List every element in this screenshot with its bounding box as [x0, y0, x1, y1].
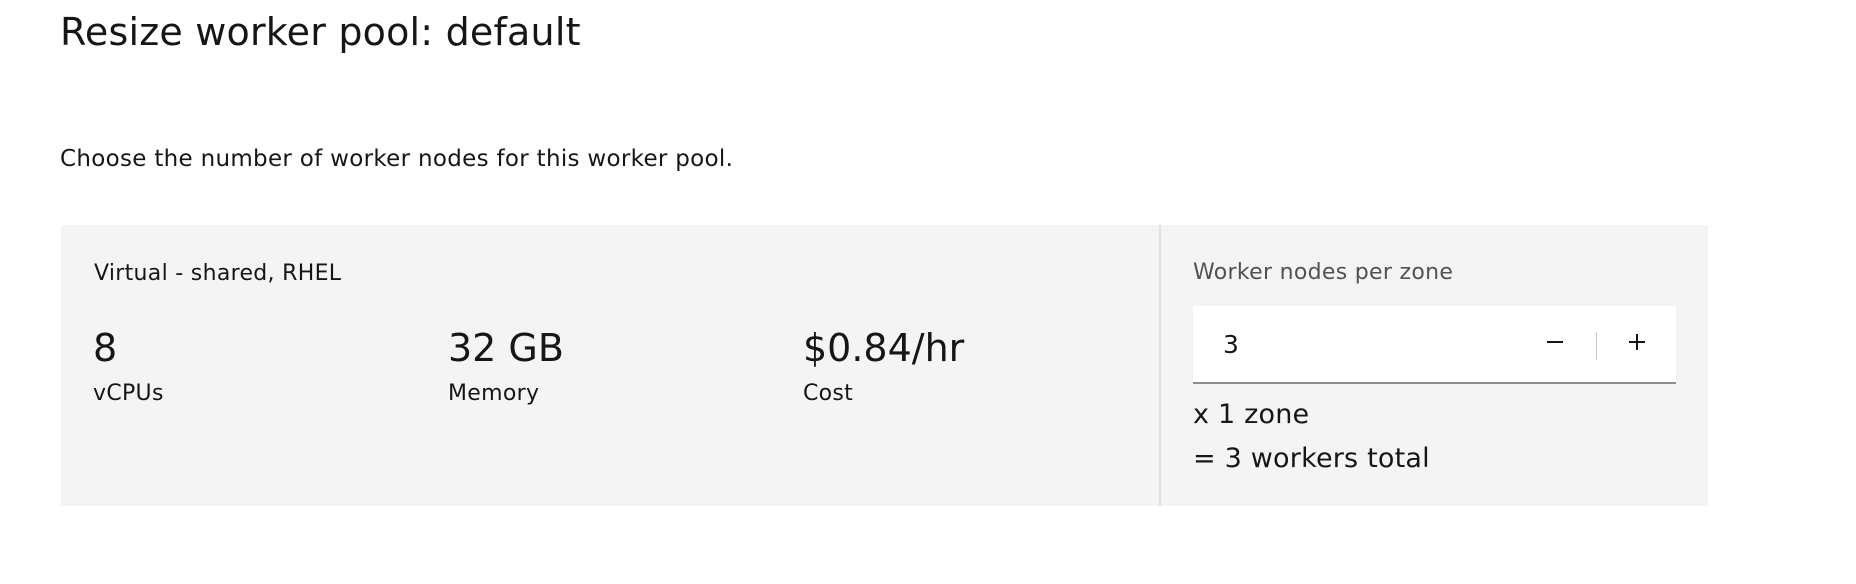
zones-text: x 1 zone [1193, 399, 1310, 430]
stat-label: Memory [448, 381, 540, 406]
worker-nodes-stepper [1193, 305, 1676, 384]
workers-card: Worker nodes per zone 3 x 1 zone = 3 wor… [1161, 225, 1708, 506]
resize-worker-pool-page: Resize worker pool: default Choose the n… [0, 0, 1856, 584]
minus-icon [1545, 332, 1565, 356]
plus-icon [1627, 332, 1647, 356]
worker-nodes-label: Worker nodes per zone [1193, 260, 1454, 285]
stat-label: Cost [803, 381, 854, 406]
stat-value: 8 [93, 326, 118, 370]
page-title: Resize worker pool: default [60, 10, 581, 54]
stat-value: 32 GB [448, 326, 564, 370]
worker-pool-panel: Virtual - shared, RHEL 8 vCPUs 32 GB Mem… [61, 225, 1708, 506]
stepper-separator [1596, 332, 1597, 360]
page-description: Choose the number of worker nodes for th… [60, 146, 734, 172]
decrement-button[interactable] [1516, 306, 1594, 382]
worker-nodes-input[interactable] [1193, 305, 1525, 383]
stat-value: $0.84/hr [803, 326, 965, 370]
stat-label: vCPUs [93, 381, 164, 406]
workers-total-text: = 3 workers total [1193, 443, 1430, 474]
flavor-name: Virtual - shared, RHEL [94, 261, 342, 286]
stat-vcpus: 8 vCPUs [93, 329, 164, 406]
stat-cost: $0.84/hr Cost [803, 329, 964, 406]
flavor-card: Virtual - shared, RHEL 8 vCPUs 32 GB Mem… [61, 225, 1159, 506]
stat-memory: 32 GB Memory [448, 329, 564, 406]
increment-button[interactable] [1598, 306, 1676, 382]
